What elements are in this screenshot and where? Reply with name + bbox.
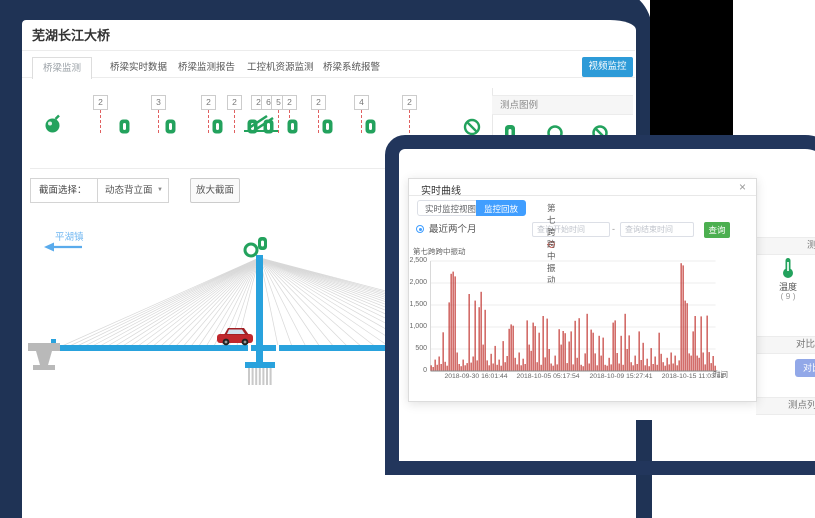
sensor-dashed-line: [318, 110, 319, 133]
tab-playback[interactable]: 监控回放: [476, 200, 526, 216]
ring-icon: [549, 127, 562, 140]
range-separator: -: [612, 222, 615, 237]
radio-label: 最近两个月: [429, 222, 477, 237]
secondary-legend-header: 测点图例: [756, 237, 815, 255]
y-tick-label: 500: [405, 345, 427, 352]
sensor-count-badge: 4: [354, 95, 369, 110]
end-time-input[interactable]: [620, 222, 694, 237]
sensor-dashed-line: [100, 110, 101, 133]
temperature-count: ( 9 ): [774, 291, 802, 301]
pier-piles: [248, 368, 272, 385]
realtime-curve-dialog: 实时曲线 × 实时监控视图 监控回放 最近两个月 - 查询 第七跨跨中振动 第七…: [408, 178, 757, 402]
link-sensor-icon[interactable]: [119, 119, 130, 134]
chevron-down-icon[interactable]: ▼: [157, 179, 163, 202]
select-separator: [97, 179, 98, 202]
no-entry-sensor-icon[interactable]: [463, 118, 481, 136]
link-sensor-icon[interactable]: [212, 119, 223, 134]
sensor-count-badge: 2: [282, 95, 297, 110]
link-sensor-icon[interactable]: [287, 119, 298, 134]
video-monitor-button[interactable]: 视频监控: [582, 57, 633, 77]
tabbar-underline: [22, 77, 635, 78]
no-entry-icon: [594, 127, 607, 140]
chart-legend[interactable]: 第七跨跨中振动: [547, 239, 549, 249]
dialog-header-divider: [409, 195, 756, 196]
x-tick-label: 2018-09-30 16:01:44: [436, 373, 516, 380]
sensor-dashed-line: [234, 110, 235, 133]
radio-last-two-months[interactable]: [416, 225, 424, 233]
deck-joint-right: [276, 345, 279, 351]
left-abutment: [28, 339, 60, 370]
y-tick-label: 2,000: [405, 279, 427, 286]
y-tick-label: 1,500: [405, 301, 427, 308]
page-title: 芜湖长江大桥: [32, 25, 110, 44]
section-select-value[interactable]: 动态背立面: [105, 179, 153, 202]
sensor-dashed-line: [158, 110, 159, 133]
x-tick-label: 2018-10-05 05:17:54: [508, 373, 588, 380]
car: [217, 328, 253, 345]
y-tick-label: 2,500: [405, 257, 427, 264]
tab-system-alarm[interactable]: 桥梁系统报警: [317, 58, 386, 77]
chart-y-title: 第七跨跨中振动: [413, 246, 466, 257]
link-sensor-icon[interactable]: [322, 119, 333, 134]
sensor-count-badge: 2: [201, 95, 216, 110]
sensor-dashed-line: [208, 110, 209, 133]
tab-realtime-data[interactable]: 桥梁实时数据: [104, 58, 173, 77]
sensor-count-badge: 2: [311, 95, 326, 110]
link-icon: [505, 125, 515, 140]
compare-analysis-button[interactable]: 对比分析: [795, 359, 815, 377]
sensor-count-badge: 2: [227, 95, 242, 110]
link-sensor-icon[interactable]: [165, 119, 176, 134]
point-list-header: 测点列表: [756, 397, 815, 415]
y-tick-label: 1,000: [405, 323, 427, 330]
compare-section-title: 对比分析: [796, 337, 815, 353]
section-select-label: 截面选择：: [39, 179, 87, 202]
start-time-input[interactable]: [532, 222, 610, 237]
section-select-group: 截面选择： 动态背立面 ▼: [30, 178, 169, 203]
secondary-legend-title: 测点图例: [807, 238, 815, 254]
tower-top-sensor-icons: [245, 237, 267, 256]
screen-black-region: [650, 0, 733, 146]
vibration-chart: [429, 259, 719, 373]
sensor-count-badge: 3: [151, 95, 166, 110]
title-divider: [22, 50, 635, 51]
legend-panel-header: 测点图例: [492, 95, 633, 115]
close-icon[interactable]: ×: [739, 180, 746, 194]
zoom-section-button[interactable]: 放大截面: [190, 178, 240, 203]
bearing-sensor-icon[interactable]: [243, 108, 279, 136]
point-list-title: 测点列表: [788, 398, 815, 414]
tab-realtime-view[interactable]: 实时监控视图: [417, 200, 484, 216]
thermometer-icon: [780, 257, 796, 279]
tab-ipc-resource[interactable]: 工控机资源监测: [241, 58, 320, 77]
chart-x-axis-name: 时间: [713, 369, 728, 380]
link-sensor-icon[interactable]: [365, 119, 376, 134]
town-arrow-icon: [44, 243, 82, 252]
sensor-dashed-line: [361, 110, 362, 133]
legend-panel-icons: [500, 123, 620, 141]
legend-panel-title: 测点图例: [500, 100, 538, 111]
y-tick-label: 0: [405, 367, 427, 374]
sensor-count-badge: 2: [93, 95, 108, 110]
deck-joint-left: [248, 345, 251, 351]
tower-pier: [245, 362, 275, 385]
sensor-dashed-line: [409, 110, 410, 133]
tab-bridge-monitor[interactable]: 桥梁监测: [32, 57, 92, 79]
query-button[interactable]: 查询: [704, 222, 730, 238]
x-tick-label: 2018-10-09 15:27:41: [581, 373, 661, 380]
start-sensor-icon[interactable]: [43, 112, 63, 134]
tab-monitor-report[interactable]: 桥梁监测报告: [172, 58, 241, 77]
compare-section-header: 对比分析: [756, 336, 815, 354]
sensor-count-badge: 2: [402, 95, 417, 110]
